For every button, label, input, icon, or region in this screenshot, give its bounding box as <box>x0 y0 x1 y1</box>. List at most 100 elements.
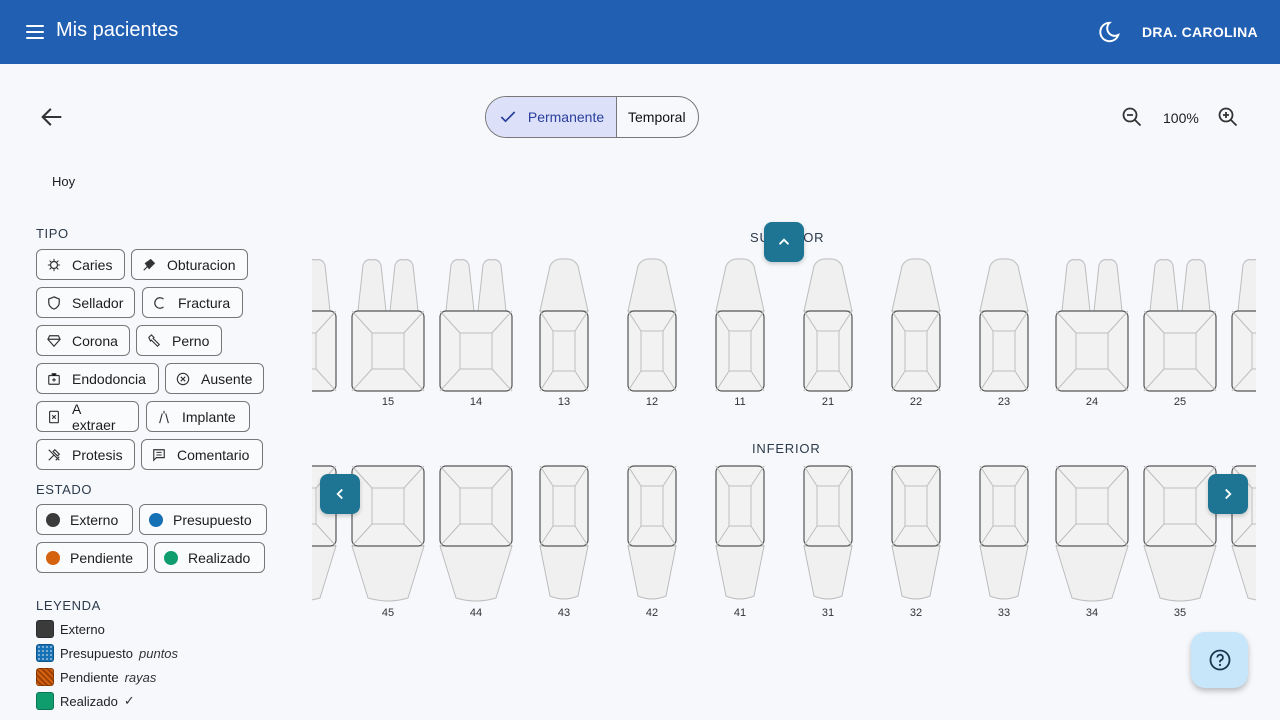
dentition-option-label: Temporal <box>628 109 686 125</box>
back-arrow-icon[interactable] <box>38 103 66 131</box>
tooth-number: 13 <box>557 396 571 408</box>
tipo-corona-button[interactable]: Corona <box>36 325 130 356</box>
help-button[interactable] <box>1191 632 1248 688</box>
estado-label: Pendiente <box>70 549 134 566</box>
legend-label: Presupuesto <box>60 645 133 661</box>
tools-icon <box>46 447 62 463</box>
check-icon <box>500 111 516 123</box>
screw-icon <box>156 409 172 425</box>
tipo-sellador-button[interactable]: Sellador <box>36 287 135 318</box>
chevron-up-icon <box>778 238 790 245</box>
legend-swatch <box>36 620 54 638</box>
scroll-up-button[interactable] <box>764 222 804 262</box>
tipo-a-extraer-button[interactable]: A extraer <box>36 400 139 433</box>
dentition-option-permanente[interactable]: Permanente <box>486 97 617 137</box>
tooth-number: 22 <box>909 396 923 408</box>
estado-section-title: ESTADO <box>36 482 93 497</box>
tooth-number: 15 <box>381 396 395 408</box>
legend-item: Presupuesto puntos <box>36 644 178 662</box>
help-icon <box>1209 649 1230 671</box>
user-menu-button[interactable]: DRA. CAROLINA <box>1142 24 1258 40</box>
estado-externo-button[interactable]: Externo <box>36 504 133 535</box>
tipo-perno-button[interactable]: Perno <box>136 325 222 356</box>
tooth-number: 11 <box>734 396 746 408</box>
tipo-obturacion-button[interactable]: Obturacion <box>131 249 248 280</box>
tipo-ausente-button[interactable]: Ausente <box>165 363 264 394</box>
tooth-number: 31 <box>821 607 835 619</box>
menu-icon[interactable] <box>24 20 48 44</box>
tipo-fractura-button[interactable]: Fractura <box>142 287 243 318</box>
page-title: Mis pacientes <box>56 19 179 41</box>
legend-item: Pendiente rayas <box>36 668 156 686</box>
lower-arch-label: INFERIOR <box>752 441 821 456</box>
date-label: Hoy <box>52 174 76 189</box>
estado-label: Externo <box>70 511 119 528</box>
tooth-number: 25 <box>1173 396 1187 408</box>
legend-swatch <box>36 668 54 686</box>
tipo-protesis-button[interactable]: Protesis <box>36 439 135 470</box>
app-bar: Mis pacientes DRA. CAROLINA <box>0 0 1280 64</box>
dentition-option-label: Permanente <box>527 109 605 125</box>
tooth-number: 32 <box>909 607 923 619</box>
status-dot <box>46 550 60 565</box>
tooth-number: 45 <box>381 607 395 619</box>
leyenda-section-title: LEYENDA <box>36 598 101 613</box>
legend-hint: puntos <box>139 645 179 661</box>
crescent-icon <box>152 295 168 311</box>
tipo-label: Implante <box>182 408 236 425</box>
legend-label: Pendiente <box>60 669 119 685</box>
estado-realizado-button[interactable]: Realizado <box>154 542 265 573</box>
cancel-circle-icon <box>175 371 191 387</box>
tipo-label: Obturacion <box>167 256 236 273</box>
tooth-number: 43 <box>557 607 571 619</box>
scroll-left-button[interactable] <box>320 474 360 514</box>
zoom-level: 100% <box>1163 110 1199 126</box>
tipo-endodoncia-button[interactable]: Endodoncia <box>36 363 159 394</box>
tipo-caries-button[interactable]: Caries <box>36 249 125 280</box>
status-dot <box>46 512 60 527</box>
tooth-number: 44 <box>469 607 483 619</box>
tooth-number: 12 <box>645 396 659 408</box>
status-dot <box>149 512 163 527</box>
tooth-number: 41 <box>733 607 747 619</box>
tooth-number: 21 <box>821 396 835 408</box>
estado-label: Presupuesto <box>173 511 252 528</box>
status-dot <box>164 550 178 565</box>
comment-icon <box>151 447 167 463</box>
chevron-right-icon <box>1225 488 1232 500</box>
estado-presupuesto-button[interactable]: Presupuesto <box>139 504 267 535</box>
tipo-label: Endodoncia <box>72 370 146 387</box>
tipo-comentario-button[interactable]: Comentario <box>141 439 263 470</box>
tipo-section-title: TIPO <box>36 226 69 241</box>
estado-pendiente-button[interactable]: Pendiente <box>36 542 148 573</box>
chevron-left-icon <box>336 488 343 500</box>
tooth-number: 23 <box>997 396 1011 408</box>
tipo-label: Ausente <box>201 370 253 387</box>
dentition-option-temporal[interactable]: Temporal <box>617 97 698 137</box>
tooth-number: 42 <box>645 607 659 619</box>
tooth-number: 14 <box>469 396 483 408</box>
tipo-label: Corona <box>72 332 118 349</box>
dark-mode-icon[interactable] <box>1096 19 1122 45</box>
tipo-label: Sellador <box>72 294 124 311</box>
bandage-icon <box>141 257 157 273</box>
tipo-label: A extraer <box>72 400 116 433</box>
legend-label: Externo <box>60 621 105 637</box>
wrench-icon <box>146 333 162 349</box>
tipo-implante-button[interactable]: Implante <box>146 401 250 432</box>
tooth-number: 33 <box>997 607 1011 619</box>
tipo-label: Caries <box>72 256 113 273</box>
diamond-icon <box>46 333 62 349</box>
tipo-label: Comentario <box>177 446 250 463</box>
tipo-label: Fractura <box>178 294 231 311</box>
legend-item: Externo <box>36 620 105 638</box>
zoom-in-icon[interactable] <box>1216 105 1240 129</box>
zoom-out-icon[interactable] <box>1120 105 1144 129</box>
legend-swatch <box>36 644 54 662</box>
scroll-right-button[interactable] <box>1208 474 1248 514</box>
shield-icon <box>46 295 62 311</box>
tooth-number: 34 <box>1085 607 1099 619</box>
legend-hint: ✓ <box>123 693 135 708</box>
dentition-toggle: Permanente Temporal <box>485 96 699 138</box>
delete-box-icon <box>46 409 62 425</box>
